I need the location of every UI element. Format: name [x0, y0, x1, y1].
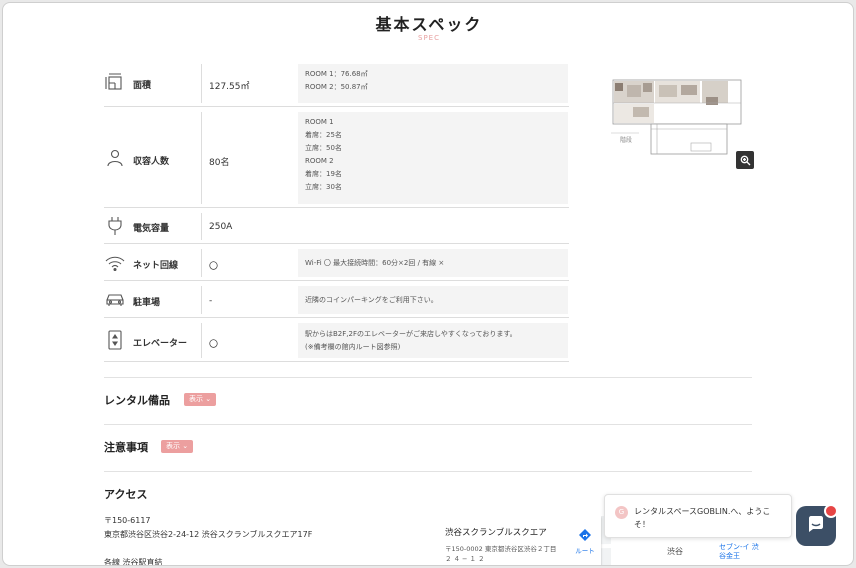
map-route-label: ルート [575, 547, 595, 555]
note-line: 近隣のコインパーキングをご利用下さい。 [305, 296, 438, 304]
spec-value-parking: - [209, 296, 213, 306]
note-line: 立席：50名 [305, 144, 342, 152]
spec-label-elevator: エレベーター [133, 339, 188, 349]
note-line: ROOM 2：50.87㎡ [305, 83, 368, 91]
spec-label-area: 面積 [133, 81, 152, 91]
spec-note-capacity: ROOM 1 着席：25名 立席：50名 ROOM 2 着席：19名 立席：30… [298, 112, 568, 204]
note-line: 着席：25名 [305, 131, 342, 139]
divider [201, 323, 202, 358]
divider [201, 64, 202, 103]
spec-label-internet: ネット回線 [133, 261, 179, 271]
note-line: 立席：30名 [305, 183, 342, 191]
zoom-in-button[interactable] [736, 151, 754, 169]
spec-value-capacity: 80名 [209, 158, 230, 168]
map-area-label: 渋谷 [667, 547, 683, 556]
page-subtitle: SPEC [418, 34, 440, 42]
spec-label-power: 電気容量 [133, 224, 170, 234]
spec-note-elevator: 駅からはB2F,2Fのエレベーターがご来店しやすくなっております。 (※備考欄の… [298, 323, 568, 358]
note-line: ROOM 2 [305, 157, 334, 165]
note-line: 着席：19名 [305, 170, 342, 178]
spec-value-internet: 〇 [209, 262, 219, 272]
page-title: 基本スペック [375, 15, 483, 34]
spec-row-internet: ネット回線 〇 Wi-Fi 〇 最大接続時間：60分×2回 / 有線 × [104, 245, 569, 281]
chat-message-line: そ！ [634, 520, 650, 529]
divider [201, 112, 202, 204]
chat-welcome-bubble[interactable]: G レンタルスペースGOBLIN.へ、ようこ そ！ [604, 494, 792, 538]
access-heading: アクセス [104, 488, 148, 501]
spec-value-power: 250A [209, 222, 233, 232]
spec-label-capacity: 収容人数 [133, 157, 170, 167]
divider [201, 249, 202, 277]
chat-message-line: レンタルスペースGOBLIN.へ、ようこ [634, 507, 771, 516]
zoom-in-icon [740, 151, 751, 170]
spec-row-parking: 駐車場 - 近隣のコインパーキングをご利用下さい。 [104, 282, 569, 318]
map-address-line: 〒150-0002 東京都渋谷区渋谷２丁目 [445, 545, 557, 553]
section-divider [104, 424, 752, 425]
note-line: ROOM 1：76.68㎡ [305, 70, 368, 78]
spec-note-parking: 近隣のコインパーキングをご利用下さい。 [298, 286, 568, 314]
plug-icon [104, 216, 126, 236]
spec-value-area: 127.55㎡ [209, 82, 250, 92]
map-route-button[interactable]: ルート [571, 526, 599, 555]
rental-heading: レンタル備品 [104, 394, 170, 407]
map-poi-label: セブン-イ 渋谷金王 [719, 543, 759, 560]
map-embed[interactable]: 渋谷スクランブルスクエア 〒150-0002 東京都渋谷区渋谷２丁目 ２４−１２… [431, 516, 611, 565]
note-line: 駅からはB2F,2Fのエレベーターがご来店しやすくなっております。 [305, 330, 517, 338]
person-icon [104, 148, 126, 168]
access-station: 各線 渋谷駅直結 [104, 558, 163, 566]
spec-row-power: 電気容量 250A [104, 209, 569, 244]
spec-note-area: ROOM 1：76.68㎡ ROOM 2：50.87㎡ [298, 64, 568, 103]
divider [201, 213, 202, 240]
section-divider [104, 377, 752, 378]
rental-toggle-button[interactable]: 表示 ⌄ [184, 393, 217, 406]
car-icon [104, 290, 126, 310]
elevator-icon [104, 330, 126, 350]
chat-avatar: G [615, 506, 628, 519]
chat-icon [807, 515, 825, 537]
spec-row-elevator: エレベーター 〇 駅からはB2F,2Fのエレベーターがご来店しやすくなっておりま… [104, 319, 569, 362]
page-frame: 基本スペック SPEC 面積 127.55㎡ ROOM 1：76.68㎡ ROO… [2, 2, 854, 566]
caution-heading: 注意事項 [104, 441, 148, 454]
access-postal: 〒150-6117 [104, 516, 151, 525]
floor-area-icon [104, 73, 126, 93]
floorplan-caption: 階段 [620, 137, 633, 144]
note-line: Wi-Fi 〇 最大接続時間：60分×2回 / 有線 × [305, 259, 445, 267]
floorplan-image[interactable]: 階段 [603, 77, 753, 157]
map-info-card: 渋谷スクランブルスクエア 〒150-0002 東京都渋谷区渋谷２丁目 ２４−１２… [431, 516, 601, 565]
wifi-icon [104, 253, 126, 273]
section-divider [104, 471, 752, 472]
spec-row-capacity: 収容人数 80名 ROOM 1 着席：25名 立席：50名 ROOM 2 着席：… [104, 108, 569, 208]
spec-label-parking: 駐車場 [133, 298, 161, 308]
notification-badge [824, 504, 838, 518]
spec-value-elevator: 〇 [209, 340, 219, 350]
map-address-line: ２４−１２ [445, 555, 487, 563]
divider [201, 286, 202, 314]
note-line: ROOM 1 [305, 118, 334, 126]
spec-row-area: 面積 127.55㎡ ROOM 1：76.68㎡ ROOM 2：50.87㎡ [104, 60, 569, 107]
caution-toggle-button[interactable]: 表示 ⌄ [161, 440, 194, 453]
spec-note-internet: Wi-Fi 〇 最大接続時間：60分×2回 / 有線 × [298, 249, 568, 277]
map-place-name: 渋谷スクランブルスクエア [445, 528, 547, 538]
note-line: (※備考欄の館内ルート図参照) [305, 343, 401, 351]
access-address: 東京都渋谷区渋谷2-24-12 渋谷スクランブルスクエア17F [104, 530, 313, 539]
directions-icon [579, 526, 591, 545]
